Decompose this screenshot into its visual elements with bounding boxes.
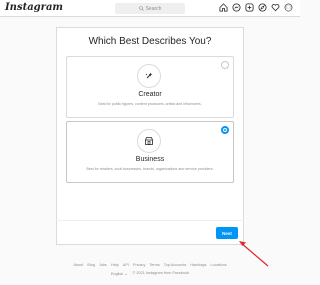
business-description: Best for retailers, local businesses, br… <box>86 167 214 171</box>
compass-icon[interactable] <box>258 3 267 12</box>
card-divider <box>56 220 244 221</box>
copyright: © 2021 Instagram from Facebook <box>132 271 190 275</box>
sparkle-icon <box>137 64 161 88</box>
business-radio[interactable] <box>221 126 229 134</box>
footer-link-api[interactable]: API <box>123 263 129 267</box>
footer-link-jobs[interactable]: Jobs <box>99 263 107 267</box>
shop-icon <box>137 129 161 153</box>
instagram-logo[interactable]: Instagram <box>5 2 63 13</box>
footer-link-blog[interactable]: Blog <box>87 263 95 267</box>
home-icon[interactable] <box>219 3 228 12</box>
next-button[interactable]: Next <box>216 227 238 239</box>
language-select[interactable]: English ⌄ <box>111 271 128 276</box>
option-business[interactable]: Business Best for retailers, local busin… <box>66 121 234 183</box>
footer-link-hashtags[interactable]: Hashtags <box>190 263 206 267</box>
footer-link-help[interactable]: Help <box>111 263 119 267</box>
creator-label: Creator <box>138 91 162 98</box>
creator-radio[interactable] <box>221 61 229 69</box>
search-icon <box>138 6 144 11</box>
footer-bottom: English ⌄ © 2021 Instagram from Facebook <box>0 271 300 276</box>
footer-link-privacy[interactable]: Privacy <box>133 263 145 267</box>
footer-link-locations[interactable]: Locations <box>210 263 226 267</box>
footer-links: About Blog Jobs Help API Privacy Terms T… <box>0 263 300 267</box>
top-bar: Instagram Search <box>0 0 300 17</box>
avatar[interactable] <box>284 3 293 12</box>
nav-icons <box>219 3 293 12</box>
heart-icon[interactable] <box>271 3 280 12</box>
footer-link-about[interactable]: About <box>73 263 83 267</box>
page-title: Which Best Describes You? <box>88 36 212 47</box>
footer-link-top-accounts[interactable]: Top Accounts <box>164 263 187 267</box>
messenger-icon[interactable] <box>232 3 241 12</box>
search-input[interactable]: Search <box>115 3 185 14</box>
chevron-down-icon: ⌄ <box>124 272 128 276</box>
option-creator[interactable]: Creator Best for public figures, content… <box>66 56 234 118</box>
creator-description: Best for public figures, content produce… <box>98 102 202 106</box>
business-label: Business <box>135 156 165 163</box>
footer-link-terms[interactable]: Terms <box>149 263 159 267</box>
new-post-icon[interactable] <box>245 3 254 12</box>
search-placeholder: Search <box>145 5 162 12</box>
